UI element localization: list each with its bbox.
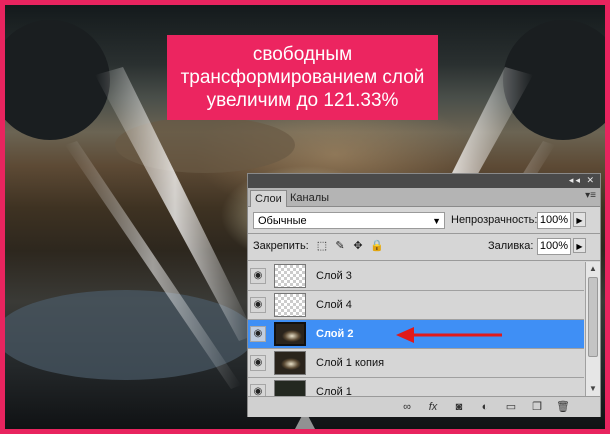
left-planet: [5, 20, 110, 140]
lock-brush-icon[interactable]: ✎: [334, 240, 346, 252]
fx-icon[interactable]: fx: [426, 400, 440, 414]
layer-thumbnail: [274, 380, 306, 396]
opacity-input[interactable]: 100%: [537, 212, 571, 229]
blend-mode-select[interactable]: Обычные ▼: [253, 212, 445, 229]
tab-channels[interactable]: Каналы: [286, 190, 333, 206]
layer-name: Слой 3: [316, 270, 352, 282]
divider: [248, 260, 600, 261]
chevron-down-icon: ▼: [432, 216, 441, 226]
layer-thumbnail: [274, 264, 306, 288]
new-layer-icon[interactable]: ❐: [530, 400, 544, 414]
layer-name: Слой 1: [316, 386, 352, 396]
layer-row-selected[interactable]: ◉ Слой 2: [248, 320, 584, 349]
layer-thumbnail: [274, 322, 306, 346]
panel-menu-icon[interactable]: ▾≡: [585, 190, 596, 201]
panel-footer-toolbar: ∞ fx ◙ ◐ ▭ ❐ 🗑: [248, 396, 600, 417]
collapse-close-icon[interactable]: ◂◂ ✕: [569, 175, 596, 186]
red-arrow-annotation: [396, 327, 502, 343]
tab-layers[interactable]: Слои: [250, 190, 287, 207]
layers-scrollbar[interactable]: ▲ ▼: [585, 262, 600, 396]
link-icon[interactable]: ∞: [400, 400, 414, 414]
banner-line-2: трансформированием слой: [180, 67, 425, 88]
layers-list: ◉ Слой 3 ◉ Слой 4 ◉ Слой 2 ◉ Слой 1 копи…: [248, 262, 584, 396]
opacity-stepper-icon[interactable]: ▶: [573, 212, 586, 227]
instruction-banner: свободным трансформированием слой увелич…: [167, 35, 438, 120]
scroll-thumb[interactable]: [588, 277, 598, 357]
scroll-down-icon[interactable]: ▼: [587, 383, 599, 395]
layer-name: Слой 4: [316, 299, 352, 311]
banner-line-3: увеличим до 121.33%: [206, 90, 399, 111]
blend-mode-value: Обычные: [258, 215, 307, 227]
group-icon[interactable]: ▭: [504, 400, 518, 414]
panel-tabs: Слои Каналы ▾≡: [248, 188, 600, 207]
mask-icon[interactable]: ◙: [452, 400, 466, 414]
lock-move-icon[interactable]: ✥: [352, 240, 364, 252]
banner-line-1: свободным: [252, 44, 353, 65]
divider: [248, 233, 600, 234]
layer-row[interactable]: ◉ Слой 1: [248, 378, 584, 396]
eye-icon[interactable]: ◉: [250, 326, 266, 342]
layer-thumbnail: [274, 351, 306, 375]
trash-icon[interactable]: 🗑: [556, 400, 570, 414]
layer-row[interactable]: ◉ Слой 1 копия: [248, 349, 584, 378]
layer-row[interactable]: ◉ Слой 4: [248, 291, 584, 320]
adjustment-icon[interactable]: ◐: [478, 400, 492, 414]
panel-titlebar[interactable]: ◂◂ ✕: [248, 174, 600, 188]
layer-thumbnail: [274, 293, 306, 317]
eye-icon[interactable]: ◉: [250, 268, 266, 284]
lock-label: Закрепить:: [253, 240, 309, 252]
lock-all-icon[interactable]: 🔒: [370, 240, 384, 252]
eye-icon[interactable]: ◉: [250, 297, 266, 313]
image-frame: свободным трансформированием слой увелич…: [0, 0, 610, 434]
layer-row[interactable]: ◉ Слой 3: [248, 262, 584, 291]
eye-icon[interactable]: ◉: [250, 384, 266, 396]
fill-input[interactable]: 100%: [537, 238, 571, 255]
layer-name: Слой 1 копия: [316, 357, 385, 369]
eye-icon[interactable]: ◉: [250, 355, 266, 371]
opacity-label: Непрозрачность:: [451, 214, 538, 226]
layer-name: Слой 2: [316, 328, 354, 340]
fill-stepper-icon[interactable]: ▶: [573, 238, 586, 253]
scroll-up-icon[interactable]: ▲: [587, 263, 599, 275]
fill-label: Заливка:: [488, 240, 534, 252]
layers-panel: ◂◂ ✕ Слои Каналы ▾≡ Обычные ▼ Непрозрачн…: [247, 173, 601, 417]
lock-transparent-icon[interactable]: ⬚: [316, 240, 328, 252]
